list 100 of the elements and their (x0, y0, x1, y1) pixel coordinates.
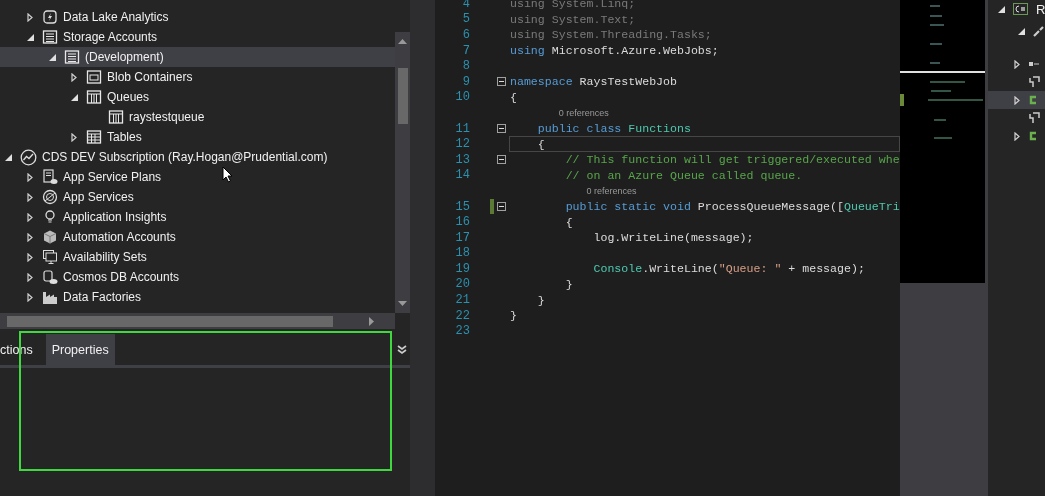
columns-icon (108, 109, 124, 125)
scroll-right-icon[interactable] (369, 316, 375, 326)
line-number: 7 (461, 43, 470, 58)
columns-icon (86, 89, 102, 105)
reference-icon (1028, 76, 1040, 88)
factory-icon (42, 289, 58, 305)
tree-item[interactable]: App Services (0, 187, 395, 207)
code-line: using System.Threading.Tasks; (510, 28, 712, 42)
chart-circle-icon (20, 148, 37, 166)
scroll-thumb[interactable] (7, 315, 333, 327)
codelens-text[interactable]: 0 references (558, 107, 609, 118)
line-number: 23 (454, 324, 470, 339)
line-number: 9 (461, 74, 470, 89)
chevron-down-icon[interactable] (397, 345, 407, 354)
tree-item[interactable]: (Development) (0, 47, 395, 67)
code-line: log.WriteLine(message); (592, 231, 754, 245)
horizontal-scrollbar[interactable] (0, 313, 395, 329)
line-number: 13 (454, 152, 470, 167)
code-line: public class Functions (536, 122, 691, 136)
line-number: 20 (454, 277, 470, 292)
vertical-scrollbar[interactable] (395, 32, 410, 313)
lightbulb-icon (42, 209, 58, 225)
expanded-arrow-icon[interactable] (26, 33, 34, 41)
code-line: } (564, 278, 573, 291)
collapsed-arrow-icon[interactable] (71, 72, 77, 82)
expanded-arrow-icon[interactable] (4, 153, 12, 161)
code-line: namespace RaysTestWebJob (510, 75, 677, 89)
code-line: { (536, 137, 545, 151)
tree-item[interactable]: Availability Sets (0, 247, 395, 267)
tree-item[interactable]: Queues (0, 87, 395, 107)
collapse-icon[interactable] (497, 77, 506, 87)
line-number: 6 (461, 28, 470, 42)
tree-item[interactable]: Storage Accounts (0, 27, 395, 47)
lightning-tile-icon (42, 9, 58, 25)
list-icon (42, 29, 58, 45)
tree-item[interactable]: CDS DEV Subscription (Ray.Hogan@Prudential.com) (0, 147, 395, 167)
line-number: 16 (454, 215, 470, 230)
expanded-arrow-icon[interactable] (1017, 27, 1025, 35)
class-file-icon (1028, 95, 1038, 105)
codelens-text[interactable]: 0 references (586, 185, 637, 196)
cube-icon (42, 229, 58, 245)
line-number: 22 (454, 308, 470, 323)
collapse-icon[interactable] (497, 155, 506, 165)
code-line: using System.Text; (510, 12, 636, 26)
code-line: // This function will get triggered/executed whe (564, 153, 900, 167)
code-line: } (536, 293, 545, 307)
tree-item[interactable]: Application Insights (0, 207, 395, 227)
line-number: 19 (454, 261, 470, 276)
line-number: 18 (454, 246, 470, 261)
tree-item[interactable]: Data Lake Analytics (0, 7, 395, 27)
collapse-icon[interactable] (497, 124, 506, 134)
panel-tab[interactable]: Properties (45, 334, 115, 365)
tree-item[interactable]: Tables (0, 127, 395, 147)
scroll-down-icon[interactable] (398, 301, 407, 307)
document-cloud-icon (42, 169, 58, 185)
line-number: 14 (454, 168, 470, 183)
code-line: { (564, 215, 573, 229)
mouse-cursor-icon (222, 166, 233, 183)
globe-icon (42, 189, 58, 205)
line-number: 8 (461, 59, 470, 74)
scroll-thumb[interactable] (397, 68, 408, 124)
line-number: 5 (461, 12, 470, 27)
tree-item[interactable]: raystestqueue (0, 107, 395, 127)
tree-item[interactable]: App Service Plans (0, 167, 395, 187)
line-number: 12 (454, 137, 470, 152)
code-line: public static void ProcessQueueMessage([QueueTri (564, 200, 900, 213)
list-icon (64, 49, 80, 65)
line-number: 21 (454, 293, 470, 308)
collapsed-arrow-icon[interactable] (1014, 131, 1020, 141)
collapse-icon[interactable] (497, 202, 506, 211)
expanded-arrow-icon[interactable] (70, 93, 78, 101)
code-line: Console.WriteLine("Queue: " + message); (592, 262, 865, 276)
expanded-arrow-icon[interactable] (998, 5, 1005, 13)
tree-item[interactable]: Data Factories (0, 287, 395, 307)
line-number: 17 (454, 230, 470, 245)
code-line: { (510, 90, 517, 104)
table-icon (86, 129, 102, 145)
tree-item[interactable]: Blob Containers (0, 67, 395, 87)
expanded-arrow-icon[interactable] (48, 53, 56, 61)
line-number: 15 (454, 199, 470, 214)
window-icon (86, 69, 102, 85)
wrench-icon (1032, 25, 1044, 37)
database-cloud-icon (42, 269, 58, 285)
tree-item[interactable]: Automation Accounts (0, 227, 395, 247)
class-file-icon (1028, 131, 1038, 141)
line-number: 11 (454, 121, 470, 136)
code-line: } (510, 309, 517, 323)
collapsed-arrow-icon[interactable] (1014, 95, 1020, 105)
monitor-icon (42, 249, 58, 265)
collapsed-arrow-icon[interactable] (27, 12, 33, 22)
code-line: using Microsoft.Azure.WebJobs; (510, 44, 719, 58)
tree-item[interactable]: Cosmos DB Accounts (0, 267, 395, 287)
collapsed-arrow-icon[interactable] (71, 132, 77, 142)
csharp-project-icon (1013, 3, 1028, 15)
solution-item[interactable]: R (988, 0, 1045, 18)
code-line: // on an Azure Queue called queue. (564, 168, 803, 182)
line-number: 10 (454, 90, 470, 105)
collapsed-arrow-icon[interactable] (1014, 59, 1020, 69)
reference-icon (1028, 112, 1040, 124)
scroll-up-icon[interactable] (398, 38, 407, 44)
